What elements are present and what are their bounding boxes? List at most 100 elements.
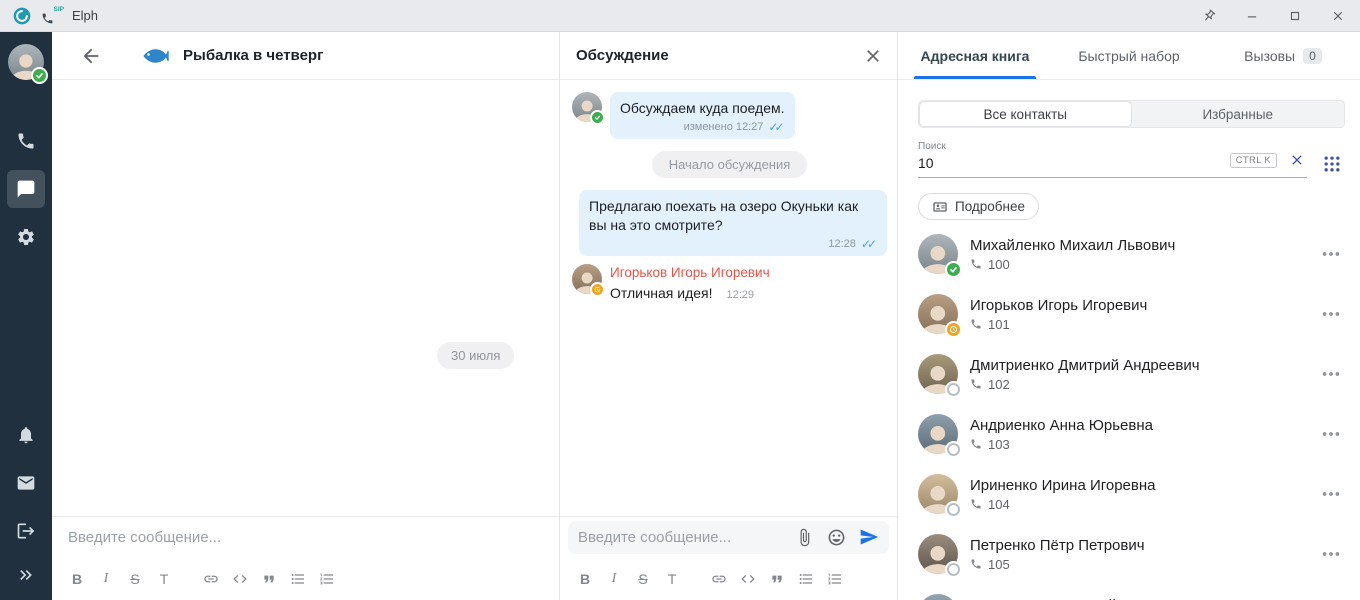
close-window-button[interactable] bbox=[1330, 8, 1346, 24]
bulleted-list-button[interactable] bbox=[289, 570, 307, 588]
tab-address-book[interactable]: Адресная книга bbox=[898, 32, 1052, 79]
message-avatar[interactable] bbox=[572, 92, 602, 122]
pin-window-button[interactable] bbox=[1201, 8, 1217, 24]
more-options-button[interactable] bbox=[1320, 363, 1342, 385]
more-options-button[interactable] bbox=[1320, 543, 1342, 565]
contact-name: Михайленко Михаил Львович bbox=[970, 237, 1308, 254]
bulleted-list-button[interactable] bbox=[797, 570, 815, 588]
code-button[interactable] bbox=[231, 570, 249, 588]
italic-button[interactable]: I bbox=[605, 570, 623, 588]
more-options-button[interactable] bbox=[1320, 243, 1342, 265]
nav-calls-button[interactable] bbox=[7, 122, 45, 160]
contact-name: Дмитриенко Дмитрий Андреевич bbox=[970, 357, 1308, 374]
logout-button[interactable] bbox=[7, 512, 45, 550]
quote-icon bbox=[769, 571, 785, 587]
presence-status-badge bbox=[947, 383, 960, 396]
more-options-button[interactable] bbox=[1320, 423, 1342, 445]
bulleted-list-icon bbox=[290, 571, 306, 587]
discussion-start-divider: Начало обсуждения bbox=[652, 151, 808, 178]
chat-message-input[interactable]: Введите сообщение... bbox=[52, 516, 559, 557]
sip-phone-icon: SIP bbox=[41, 6, 63, 26]
discussion-panel: Обсуждение Обсуждаем куда поедем. измене… bbox=[560, 32, 898, 600]
code-button[interactable] bbox=[739, 570, 757, 588]
phone-icon bbox=[970, 258, 982, 270]
code-icon bbox=[232, 571, 248, 587]
nav-notifications-button[interactable] bbox=[7, 416, 45, 454]
close-discussion-button[interactable] bbox=[863, 46, 883, 66]
link-button[interactable] bbox=[710, 570, 728, 588]
tab-speed-dial[interactable]: Быстрый набор bbox=[1052, 32, 1206, 79]
text-format-button[interactable]: T bbox=[155, 570, 173, 588]
emoji-button[interactable] bbox=[827, 528, 846, 547]
elph-logo-icon bbox=[12, 6, 32, 26]
link-button[interactable] bbox=[202, 570, 220, 588]
back-button[interactable] bbox=[80, 45, 102, 67]
quote-button[interactable] bbox=[768, 570, 786, 588]
expand-sidebar-button[interactable] bbox=[7, 556, 45, 594]
chat-format-toolbar: B I S T bbox=[52, 557, 559, 600]
send-icon bbox=[859, 527, 879, 547]
segment-all-contacts[interactable]: Все контакты bbox=[919, 101, 1132, 127]
quote-button[interactable] bbox=[260, 570, 278, 588]
search-input[interactable]: Поиск 10 CTRL K bbox=[918, 141, 1307, 178]
chat-title: Рыбалка в четверг bbox=[183, 47, 323, 64]
contact-number: 102 bbox=[988, 377, 1010, 392]
dial-pad-grid-button[interactable] bbox=[1322, 154, 1342, 174]
message-author[interactable]: Игорьков Игорь Игоревич bbox=[610, 265, 770, 280]
contact-row[interactable]: Михайленко Михаил Львович 100 bbox=[898, 224, 1360, 284]
discussion-message-input[interactable]: Введите сообщение... bbox=[568, 521, 889, 554]
contact-row[interactable]: Ириненко Ирина Игоревна 104 bbox=[898, 464, 1360, 524]
current-user-avatar[interactable] bbox=[8, 44, 44, 80]
discussion-format-toolbar: B I S T bbox=[560, 557, 897, 600]
send-button[interactable] bbox=[859, 527, 879, 547]
bold-button[interactable]: B bbox=[68, 570, 86, 588]
contact-avatar bbox=[918, 414, 958, 454]
phone-icon bbox=[970, 438, 982, 450]
more-dots-icon bbox=[1320, 423, 1342, 445]
link-icon bbox=[711, 571, 727, 587]
minimize-button[interactable] bbox=[1244, 8, 1260, 24]
strikethrough-button[interactable]: S bbox=[634, 570, 652, 588]
attach-file-button[interactable] bbox=[795, 528, 814, 547]
numbered-list-button[interactable] bbox=[826, 570, 844, 588]
contact-name: Петренко Пётр Петрович bbox=[970, 537, 1308, 554]
date-divider: 30 июля bbox=[437, 342, 514, 369]
contact-name: Андриенко Анна Юрьевна bbox=[970, 417, 1308, 434]
gear-icon bbox=[16, 227, 36, 247]
contact-row[interactable]: Дмитриенко Дмитрий Андреевич 102 bbox=[898, 344, 1360, 404]
bold-button[interactable]: B bbox=[576, 570, 594, 588]
more-options-button[interactable] bbox=[1320, 483, 1342, 505]
presence-status-badge bbox=[947, 503, 960, 516]
maximize-button[interactable] bbox=[1287, 8, 1303, 24]
contact-number: 105 bbox=[988, 557, 1010, 572]
tab-calls[interactable]: Вызовы 0 bbox=[1206, 32, 1360, 79]
shortcut-hint: CTRL K bbox=[1230, 153, 1277, 168]
italic-button[interactable]: I bbox=[97, 570, 115, 588]
details-button[interactable]: Подробнее bbox=[918, 193, 1039, 220]
contact-name: Игорьков Игорь Игоревич bbox=[970, 297, 1308, 314]
nav-voicemail-button[interactable] bbox=[7, 464, 45, 502]
message-meta: изменено 12:27 bbox=[684, 121, 764, 133]
numbered-list-button[interactable] bbox=[318, 570, 336, 588]
message-avatar[interactable] bbox=[572, 264, 602, 294]
more-options-button[interactable] bbox=[1320, 303, 1342, 325]
contacts-panel: Адресная книга Быстрый набор Вызовы 0 Вс… bbox=[898, 32, 1360, 600]
contact-row[interactable]: Николаенко Николай Иванович 106 bbox=[898, 584, 1360, 600]
contact-row[interactable]: Петренко Пётр Петрович 105 bbox=[898, 524, 1360, 584]
contacts-filter-segments: Все контакты Избранные bbox=[918, 100, 1345, 128]
window-controls bbox=[1201, 8, 1346, 24]
clear-search-button[interactable] bbox=[1289, 152, 1305, 168]
contact-number: 103 bbox=[988, 437, 1010, 452]
link-icon bbox=[203, 571, 219, 587]
segment-favorites[interactable]: Избранные bbox=[1132, 101, 1345, 127]
nav-settings-button[interactable] bbox=[7, 218, 45, 256]
presence-status-badge bbox=[947, 263, 960, 276]
strikethrough-button[interactable]: S bbox=[126, 570, 144, 588]
text-format-button[interactable]: T bbox=[663, 570, 681, 588]
contact-row[interactable]: Игорьков Игорь Игоревич 101 bbox=[898, 284, 1360, 344]
nav-chats-button[interactable] bbox=[7, 170, 45, 208]
contact-avatar bbox=[918, 234, 958, 274]
presence-status-badge bbox=[947, 323, 960, 336]
contact-row[interactable]: Андриенко Анна Юрьевна 103 bbox=[898, 404, 1360, 464]
message-bubble: Предлагаю поехать на озеро Окуньки как в… bbox=[579, 190, 887, 256]
